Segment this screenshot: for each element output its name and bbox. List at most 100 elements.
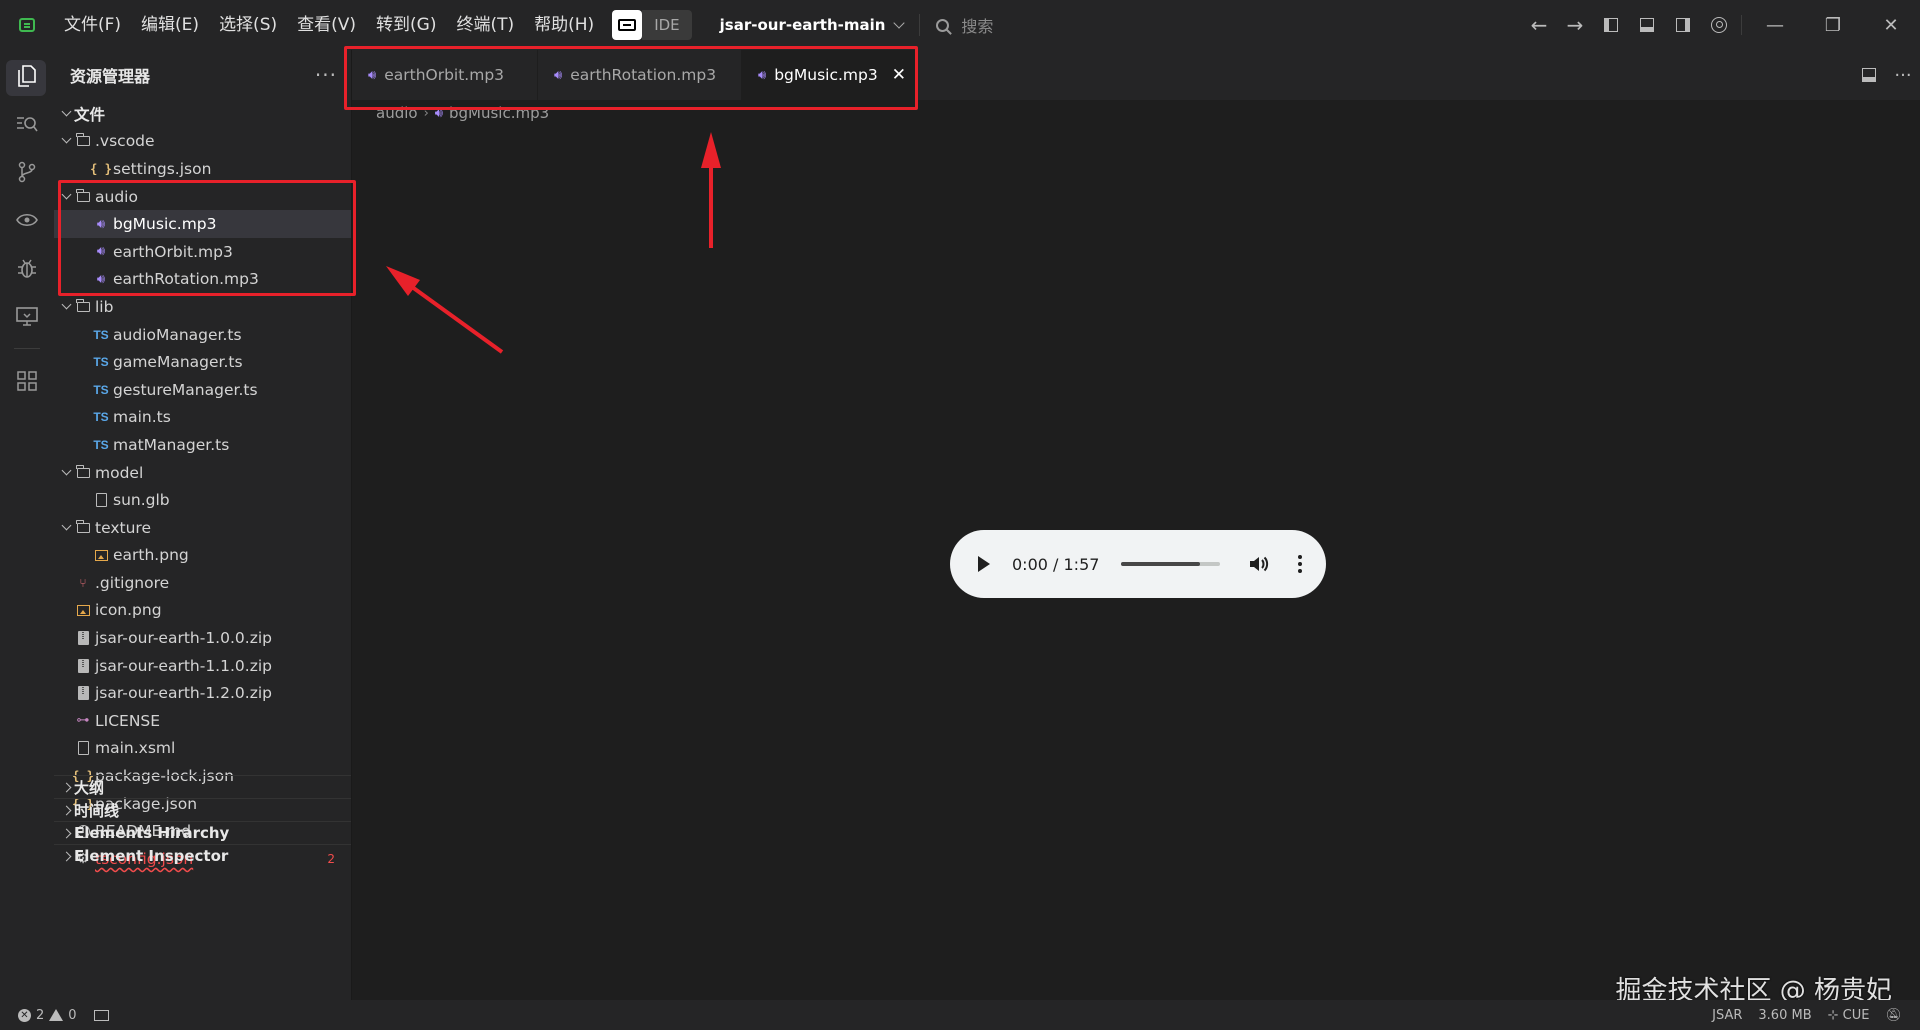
menu-item[interactable]: 转到(G) xyxy=(366,0,446,50)
menu-item[interactable]: 选择(S) xyxy=(209,0,287,50)
warning-count: 0 xyxy=(68,1007,77,1023)
panel-label: 时间线 xyxy=(74,801,120,820)
file-icon xyxy=(92,493,110,508)
tree-file[interactable]: 🔊︎ bgMusic.mp3 xyxy=(54,210,351,238)
tree-folder[interactable]: lib xyxy=(54,293,351,321)
extensions-icon[interactable] xyxy=(0,357,54,405)
close-window-icon[interactable]: ✕ xyxy=(1862,0,1920,50)
menu-item[interactable]: 编辑(E) xyxy=(131,0,209,50)
tree-file[interactable]: TS main.ts xyxy=(54,404,351,432)
folder-icon xyxy=(74,464,92,478)
section-files[interactable]: 文件 xyxy=(54,100,351,128)
panel-section[interactable]: 时间线 xyxy=(54,798,351,821)
sidebar-title: 资源管理器 xyxy=(70,67,151,86)
remote-display-icon[interactable] xyxy=(0,292,54,340)
tree-file[interactable]: TS matManager.ts xyxy=(54,431,351,459)
menu-item[interactable]: 文件(F) xyxy=(54,0,131,50)
tree-file[interactable]: main.xsml xyxy=(54,735,351,763)
panel-section[interactable]: Element Inspector xyxy=(54,844,351,867)
close-icon[interactable]: ✕ xyxy=(892,65,906,85)
back-arrow-icon[interactable]: ← xyxy=(1521,0,1557,50)
tree-file[interactable]: ⑂ .gitignore xyxy=(54,569,351,597)
tree-item-label: .gitignore xyxy=(95,573,170,592)
debug-icon[interactable] xyxy=(0,244,54,292)
folder-icon xyxy=(74,188,92,202)
tree-folder[interactable]: .vscode xyxy=(54,128,351,156)
tree-file[interactable]: jsar-our-earth-1.0.0.zip xyxy=(54,624,351,652)
minimize-icon[interactable]: — xyxy=(1746,0,1804,50)
breadcrumb-separator: › xyxy=(423,105,429,121)
search-files-icon[interactable] xyxy=(0,100,54,148)
more-actions-icon[interactable]: ··· xyxy=(1886,50,1920,100)
source-control-icon[interactable] xyxy=(0,148,54,196)
tree-file[interactable]: jsar-our-earth-1.2.0.zip xyxy=(54,679,351,707)
tree-file[interactable]: 🔊︎ earthOrbit.mp3 xyxy=(54,238,351,266)
split-editor-icon[interactable] xyxy=(1852,50,1886,100)
account-icon[interactable] xyxy=(1701,0,1737,50)
breadcrumb-file[interactable]: bgMusic.mp3 xyxy=(449,104,549,122)
editor-tab[interactable]: 🔊︎ earthRotation.mp3 xyxy=(538,50,742,100)
title-bar: 文件(F) 编辑(E) 选择(S) 查看(V) 转到(G) 终端(T) 帮助(H) IDE … xyxy=(0,0,1920,50)
typescript-file-icon: TS xyxy=(93,355,109,370)
tree-folder[interactable]: model xyxy=(54,459,351,487)
panel-section[interactable]: 大纲 xyxy=(54,775,351,798)
forward-arrow-icon[interactable]: → xyxy=(1557,0,1593,50)
play-icon[interactable] xyxy=(978,556,990,572)
more-options-icon[interactable] xyxy=(1298,555,1302,573)
preview-eye-icon[interactable] xyxy=(0,196,54,244)
tree-file[interactable]: 🔊︎ earthRotation.mp3 xyxy=(54,266,351,294)
toggle-primary-sidebar-icon[interactable] xyxy=(1593,0,1629,50)
ide-switch[interactable]: IDE xyxy=(612,9,692,41)
panel-section[interactable]: Elements Hirarchy xyxy=(54,821,351,844)
tree-file[interactable]: icon.png xyxy=(54,597,351,625)
editor-actions: ··· xyxy=(1852,50,1920,100)
explorer-icon[interactable] xyxy=(0,52,54,100)
menu-item[interactable]: 查看(V) xyxy=(287,0,366,50)
folder-icon xyxy=(74,133,92,147)
status-bar: ✕ 2 0 JSAR 3.60 MB ⊹ CUE 🔕︎ xyxy=(0,1000,1920,1030)
volume-icon[interactable] xyxy=(1248,554,1270,574)
tree-file[interactable]: TS gameManager.ts xyxy=(54,348,351,376)
toggle-panel-icon[interactable] xyxy=(1629,0,1665,50)
tree-folder[interactable]: texture xyxy=(54,514,351,542)
typescript-file-icon: TS xyxy=(93,437,109,452)
tree-file[interactable]: TS audioManager.ts xyxy=(54,321,351,349)
tree-file[interactable]: { } settings.json xyxy=(54,155,351,183)
more-actions-icon[interactable]: ··· xyxy=(315,63,337,87)
audio-file-icon: 🔊︎ xyxy=(368,67,377,83)
zip-file-icon xyxy=(74,631,92,646)
project-selector[interactable]: jsar-our-earth-main xyxy=(720,16,906,34)
tree-item-label: lib xyxy=(95,297,114,316)
tree-file[interactable]: sun.glb xyxy=(54,486,351,514)
search-input[interactable]: 搜索 xyxy=(936,13,993,37)
tree-item-label: earthRotation.mp3 xyxy=(113,270,259,289)
status-cue[interactable]: ⊹ CUE xyxy=(1828,1008,1870,1023)
restore-icon[interactable]: ❐ xyxy=(1804,0,1862,50)
editor-tab[interactable]: 🔊︎ earthOrbit.mp3 xyxy=(352,50,538,100)
audio-file-icon: 🔊︎ xyxy=(96,271,106,287)
toggle-secondary-sidebar-icon[interactable] xyxy=(1665,0,1701,50)
search-placeholder: 搜索 xyxy=(961,17,994,36)
divider xyxy=(1741,15,1742,35)
audio-file-icon: 🔊︎ xyxy=(434,105,443,121)
status-runtime[interactable]: JSAR xyxy=(1712,1008,1742,1023)
tree-folder[interactable]: audio xyxy=(54,183,351,211)
problems-indicator[interactable]: ✕ 2 0 xyxy=(0,1008,109,1023)
tree-file[interactable]: TS gestureManager.ts xyxy=(54,376,351,404)
status-cue-label: CUE xyxy=(1842,1007,1870,1023)
tree-file[interactable]: ⊶ LICENSE xyxy=(54,707,351,735)
activity-bar xyxy=(0,50,54,1000)
breadcrumb-folder[interactable]: audio xyxy=(376,104,418,122)
volume-slider[interactable] xyxy=(1121,562,1220,566)
typescript-file-icon: TS xyxy=(93,382,109,397)
section-label: 文件 xyxy=(74,105,106,124)
notifications-off-icon[interactable]: 🔕︎ xyxy=(1885,1008,1902,1023)
menu-item[interactable]: 帮助(H) xyxy=(524,0,604,50)
typescript-file-icon: TS xyxy=(93,327,109,342)
menu-item[interactable]: 终端(T) xyxy=(446,0,524,50)
editor-tab[interactable]: 🔊︎ bgMusic.mp3 ✕ xyxy=(742,50,918,100)
tree-file[interactable]: earth.png xyxy=(54,542,351,570)
tree-file[interactable]: jsar-our-earth-1.1.0.zip xyxy=(54,652,351,680)
chevron-down-icon xyxy=(58,113,74,115)
terminal-icon[interactable] xyxy=(93,1009,109,1021)
